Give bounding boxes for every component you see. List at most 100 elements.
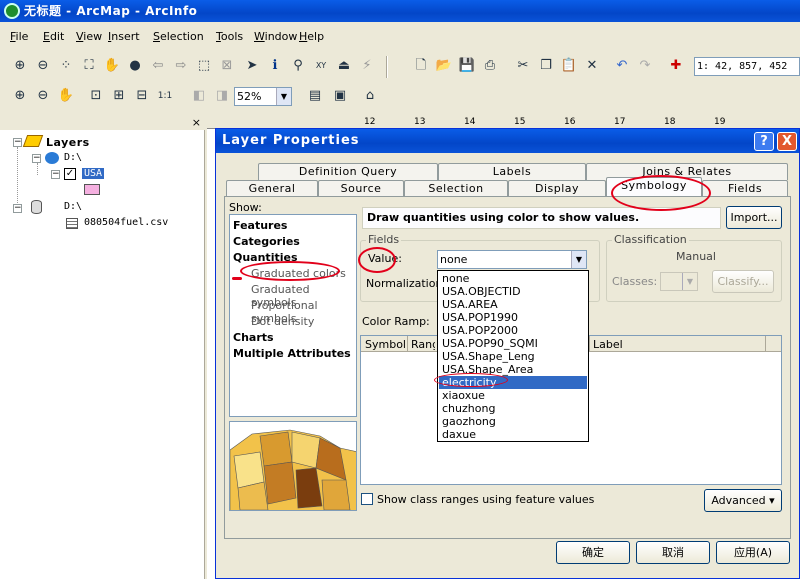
full-extent-globe-icon[interactable]: ●	[125, 56, 145, 76]
cancel-button[interactable]: 取消	[636, 541, 710, 564]
value-field-select[interactable]: none ▼	[437, 250, 587, 269]
zoom-100-icon[interactable]: 1:1	[155, 86, 175, 106]
dropdown-option[interactable]: daxue	[439, 428, 587, 441]
tab-general[interactable]: General	[226, 180, 318, 197]
identify-icon[interactable]: ℹ	[265, 56, 285, 76]
show-item-categories[interactable]: Categories	[233, 235, 300, 248]
delete-x-icon[interactable]: ✕	[582, 56, 602, 76]
folder1-label[interactable]: D:\	[64, 152, 82, 163]
select-features-icon[interactable]: ⬚	[194, 56, 214, 76]
menu-file[interactable]: File	[10, 30, 28, 43]
close-icon[interactable]: X	[777, 132, 797, 151]
zoom-whole-page-icon[interactable]: ⊡	[86, 86, 106, 106]
tab-labels[interactable]: Labels	[438, 163, 586, 180]
dropdown-option[interactable]: none	[439, 272, 587, 285]
show-class-ranges-checkbox[interactable]	[361, 493, 373, 505]
help-icon[interactable]: ?	[754, 132, 774, 151]
menu-tools[interactable]: Tools	[216, 30, 243, 43]
copy-icon[interactable]: ❐	[536, 56, 556, 76]
dropdown-option[interactable]: gaozhong	[439, 415, 587, 428]
layout-zoom-in-icon[interactable]: ⊕	[10, 86, 30, 106]
layer-symbol-swatch[interactable]	[84, 184, 100, 195]
go-to-xy-icon[interactable]: XY	[311, 56, 331, 76]
fixed-zoom-out-page-icon[interactable]: ⊟	[132, 86, 152, 106]
back-arrow-icon[interactable]: ⇦	[148, 56, 168, 76]
expand-folder-icon[interactable]: −	[32, 154, 41, 163]
toc-close-icon[interactable]: ×	[192, 116, 201, 129]
layout-pan-icon[interactable]: ✋	[56, 86, 76, 106]
show-item-multiple-attributes[interactable]: Multiple Attributes	[233, 347, 351, 360]
open-folder-icon[interactable]: 📂	[434, 56, 454, 76]
tab-definition-query[interactable]: Definition Query	[258, 163, 438, 180]
menu-help[interactable]: Help	[299, 30, 324, 43]
tab-selection[interactable]: Selection	[404, 180, 508, 197]
menu-insert[interactable]: Insert	[108, 30, 140, 43]
map-scale-combo[interactable]: 1: 42, 857, 452	[694, 57, 800, 76]
forward-arrow-icon[interactable]: ⇨	[171, 56, 191, 76]
fixed-zoom-in-page-icon[interactable]: ⊞	[109, 86, 129, 106]
clear-selection-icon[interactable]: ⊠	[217, 56, 237, 76]
column-symbol[interactable]: Symbol	[365, 338, 406, 351]
toggle-draft-icon[interactable]: ▤	[305, 86, 325, 106]
advanced-button[interactable]: Advanced ▾	[704, 489, 782, 512]
menu-edit[interactable]: Edit	[43, 30, 64, 43]
chevron-down-icon[interactable]: ▼	[682, 273, 697, 290]
ok-button[interactable]: 确定	[556, 541, 630, 564]
cut-scissors-icon[interactable]: ✂	[513, 56, 533, 76]
layer-usa-label[interactable]: USA	[82, 168, 105, 179]
previous-extent-icon[interactable]: ◧	[189, 86, 209, 106]
dropdown-option[interactable]: USA.POP1990	[439, 311, 587, 324]
chevron-down-icon[interactable]: ▼	[276, 88, 291, 105]
dropdown-option[interactable]: USA.Shape_Leng	[439, 350, 587, 363]
expand-layers-icon[interactable]: −	[13, 138, 22, 147]
show-item-charts[interactable]: Charts	[233, 331, 274, 344]
zoom-in-icon[interactable]: ⊕	[10, 56, 30, 76]
change-layout-icon[interactable]: ⌂	[360, 86, 380, 106]
pan-hand-icon[interactable]: ✋	[102, 56, 122, 76]
select-elements-arrow-icon[interactable]: ➤	[242, 56, 262, 76]
dropdown-option[interactable]: USA.AREA	[439, 298, 587, 311]
fixed-zoom-in-icon[interactable]: ⁘	[56, 56, 76, 76]
import-button[interactable]: Import...	[726, 206, 782, 229]
layer-visibility-checkbox[interactable]: ✓	[64, 168, 76, 180]
dropdown-option[interactable]: USA.OBJECTID	[439, 285, 587, 298]
show-item-dot-density[interactable]: Dot density	[251, 315, 314, 328]
dropdown-option[interactable]: USA.POP2000	[439, 324, 587, 337]
expand-layer-icon[interactable]: −	[51, 170, 60, 179]
menu-selection[interactable]: Selection	[153, 30, 204, 43]
zoom-percent-combo[interactable]: 52% ▼	[234, 87, 292, 106]
paste-icon[interactable]: 📋	[559, 56, 579, 76]
tab-fields[interactable]: Fields	[702, 180, 788, 197]
menu-window[interactable]: Window	[254, 30, 297, 43]
classes-select[interactable]: ▼	[660, 272, 698, 291]
chevron-down-icon[interactable]: ▼	[571, 251, 586, 268]
classify-button[interactable]: Classify...	[712, 270, 774, 293]
menu-view[interactable]: View	[76, 30, 102, 43]
folder2-label[interactable]: D:\	[64, 201, 82, 212]
redo-icon[interactable]: ↷	[635, 56, 655, 76]
zoom-out-icon[interactable]: ⊖	[33, 56, 53, 76]
hyperlink-lightning-icon[interactable]: ⚡	[357, 56, 377, 76]
toc-root-label[interactable]: Layers	[46, 136, 90, 149]
undo-icon[interactable]: ↶	[612, 56, 632, 76]
column-label[interactable]: Label	[593, 338, 623, 351]
show-item-features[interactable]: Features	[233, 219, 287, 232]
focus-data-frame-icon[interactable]: ▣	[330, 86, 350, 106]
fixed-zoom-out-icon[interactable]: ⛶	[79, 56, 99, 76]
next-extent-icon[interactable]: ◨	[212, 86, 232, 106]
table-name-label[interactable]: 080504fuel.csv	[84, 217, 168, 228]
add-data-icon[interactable]: ✚	[666, 56, 686, 76]
print-icon[interactable]: ⎙	[480, 56, 500, 76]
tab-display[interactable]: Display	[508, 180, 606, 197]
expand-folder2-icon[interactable]: −	[13, 204, 22, 213]
new-document-icon[interactable]: 🗋	[411, 56, 431, 76]
layout-zoom-out-icon[interactable]: ⊖	[33, 86, 53, 106]
save-disk-icon[interactable]: 💾	[457, 56, 477, 76]
dropdown-option[interactable]: USA.POP90_SQMI	[439, 337, 587, 350]
find-binoculars-icon[interactable]: ⚲	[288, 56, 308, 76]
dropdown-option[interactable]: chuzhong	[439, 402, 587, 415]
apply-button[interactable]: 应用(A)	[716, 541, 790, 564]
measure-icon[interactable]: ⏏	[334, 56, 354, 76]
dropdown-option[interactable]: xiaoxue	[439, 389, 587, 402]
tab-source[interactable]: Source	[318, 180, 404, 197]
